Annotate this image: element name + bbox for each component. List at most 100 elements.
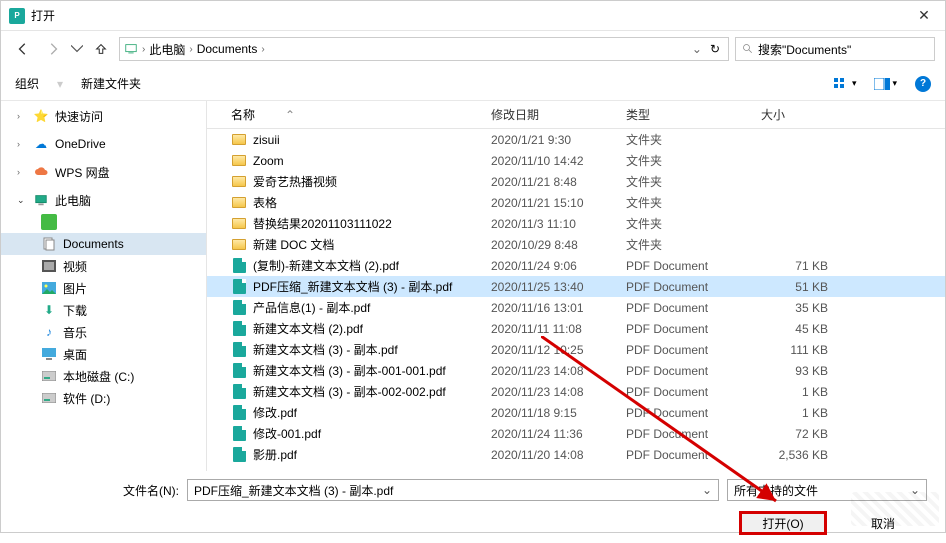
- new-folder-button[interactable]: 新建文件夹: [81, 75, 141, 92]
- breadcrumb-folder[interactable]: Documents: [197, 42, 258, 56]
- view-options[interactable]: ▾: [834, 78, 857, 90]
- cloud-icon: [33, 164, 49, 180]
- watermark: [851, 492, 939, 526]
- file-name: 爱奇艺热播视频: [253, 173, 491, 190]
- file-size: 2,536 KB: [761, 448, 836, 462]
- sidebar-disk-d[interactable]: 软件 (D:): [1, 387, 206, 409]
- file-type: PDF Document: [626, 406, 761, 420]
- file-row[interactable]: 产品信息(1) - 副本.pdf2020/11/16 13:01PDF Docu…: [207, 297, 945, 318]
- close-icon[interactable]: ✕: [911, 7, 937, 24]
- file-size: 1 KB: [761, 385, 836, 399]
- column-headers[interactable]: 名称⌃ 修改日期 类型 大小: [207, 101, 945, 129]
- forward-button[interactable]: [41, 37, 65, 61]
- file-name: (复制)-新建文本文档 (2).pdf: [253, 257, 491, 274]
- file-name: 修改.pdf: [253, 404, 491, 421]
- file-row[interactable]: 替换结果202011031110222020/11/3 11:10文件夹: [207, 213, 945, 234]
- pdf-icon: [231, 321, 247, 337]
- file-row[interactable]: (复制)-新建文本文档 (2).pdf2020/11/24 9:06PDF Do…: [207, 255, 945, 276]
- file-size: 111 KB: [761, 343, 836, 357]
- filename-input[interactable]: PDF压缩_新建文本文档 (3) - 副本.pdf⌄: [187, 479, 719, 501]
- file-name: PDF压缩_新建文本文档 (3) - 副本.pdf: [253, 278, 491, 295]
- sidebar-documents[interactable]: Documents: [1, 233, 206, 255]
- pdf-icon: [231, 405, 247, 421]
- file-row[interactable]: 影册.pdf2020/11/20 14:08PDF Document2,536 …: [207, 444, 945, 465]
- path-dropdown-icon[interactable]: ⌄: [692, 42, 702, 56]
- col-name[interactable]: 名称: [231, 106, 255, 123]
- sidebar-downloads[interactable]: ⬇下载: [1, 299, 206, 321]
- breadcrumb[interactable]: › 此电脑 › Documents › ⌄ ↻: [119, 37, 729, 61]
- file-row[interactable]: 新建文本文档 (3) - 副本.pdf2020/11/12 10:25PDF D…: [207, 339, 945, 360]
- file-name: 新建文本文档 (3) - 副本.pdf: [253, 341, 491, 358]
- sidebar-disk-c[interactable]: 本地磁盘 (C:): [1, 365, 206, 387]
- breadcrumb-pc[interactable]: 此电脑: [149, 41, 185, 58]
- documents-icon: [41, 236, 57, 252]
- file-name: 替换结果20201103111022: [253, 215, 491, 232]
- up-button[interactable]: [89, 37, 113, 61]
- file-row[interactable]: zisuii2020/1/21 9:30文件夹: [207, 129, 945, 150]
- pdf-icon: [231, 258, 247, 274]
- sidebar-onedrive[interactable]: ›☁OneDrive: [1, 133, 206, 155]
- chevron-right-icon: ›: [261, 44, 264, 55]
- music-icon: ♪: [41, 324, 57, 340]
- file-date: 2020/11/23 14:08: [491, 364, 626, 378]
- file-size: 72 KB: [761, 427, 836, 441]
- folder-icon: [231, 216, 247, 232]
- col-date[interactable]: 修改日期: [491, 106, 626, 123]
- col-size[interactable]: 大小: [761, 106, 841, 123]
- file-date: 2020/11/11 11:08: [491, 322, 626, 336]
- sidebar-3d[interactable]: 3D: [1, 211, 206, 233]
- file-date: 2020/11/23 14:08: [491, 385, 626, 399]
- pdf-icon: [231, 279, 247, 295]
- open-button[interactable]: 打开(O): [739, 511, 827, 535]
- file-row[interactable]: 修改-001.pdf2020/11/24 11:36PDF Document72…: [207, 423, 945, 444]
- file-row[interactable]: 新建文本文档 (3) - 副本-001-001.pdf2020/11/23 14…: [207, 360, 945, 381]
- refresh-icon[interactable]: ↻: [706, 42, 724, 56]
- file-row[interactable]: Zoom2020/11/10 14:42文件夹: [207, 150, 945, 171]
- file-size: 51 KB: [761, 280, 836, 294]
- file-type: PDF Document: [626, 385, 761, 399]
- sidebar-wps[interactable]: ›WPS 网盘: [1, 161, 206, 183]
- file-date: 2020/11/20 14:08: [491, 448, 626, 462]
- video-icon: [41, 258, 57, 274]
- col-type[interactable]: 类型: [626, 106, 761, 123]
- organize-button[interactable]: 组织: [15, 75, 39, 92]
- search-input[interactable]: 搜索"Documents": [735, 37, 935, 61]
- file-row[interactable]: 新建文本文档 (3) - 副本-002-002.pdf2020/11/23 14…: [207, 381, 945, 402]
- file-row[interactable]: 新建文本文档 (2).pdf2020/11/11 11:08PDF Docume…: [207, 318, 945, 339]
- folder-icon: [231, 153, 247, 169]
- back-button[interactable]: [11, 37, 35, 61]
- sidebar: ›⭐快速访问 ›☁OneDrive ›WPS 网盘 ⌄此电脑 3D Docume…: [1, 101, 206, 471]
- file-size: 1 KB: [761, 406, 836, 420]
- file-row[interactable]: 表格2020/11/21 15:10文件夹: [207, 192, 945, 213]
- chevron-right-icon: ›: [142, 44, 145, 55]
- file-size: 93 KB: [761, 364, 836, 378]
- sidebar-quick-access[interactable]: ›⭐快速访问: [1, 105, 206, 127]
- file-date: 2020/11/16 13:01: [491, 301, 626, 315]
- pdf-icon: [231, 300, 247, 316]
- file-type: 文件夹: [626, 215, 761, 232]
- sidebar-desktop[interactable]: 桌面: [1, 343, 206, 365]
- file-row[interactable]: 修改.pdf2020/11/18 9:15PDF Document1 KB: [207, 402, 945, 423]
- recent-dropdown[interactable]: [71, 37, 83, 61]
- help-icon[interactable]: ?: [915, 76, 931, 92]
- chevron-right-icon: ›: [189, 44, 192, 55]
- sidebar-this-pc[interactable]: ⌄此电脑: [1, 189, 206, 211]
- cloud-icon: ☁: [33, 136, 49, 152]
- sidebar-video[interactable]: 视频: [1, 255, 206, 277]
- file-row[interactable]: 爱奇艺热播视频2020/11/21 8:48文件夹: [207, 171, 945, 192]
- file-size: 45 KB: [761, 322, 836, 336]
- file-row[interactable]: PDF压缩_新建文本文档 (3) - 副本.pdf2020/11/25 13:4…: [207, 276, 945, 297]
- file-type: PDF Document: [626, 364, 761, 378]
- pdf-icon: [231, 447, 247, 463]
- file-name: Zoom: [253, 154, 491, 168]
- sidebar-music[interactable]: ♪音乐: [1, 321, 206, 343]
- file-type: PDF Document: [626, 343, 761, 357]
- sidebar-pictures[interactable]: 图片: [1, 277, 206, 299]
- file-name: 表格: [253, 194, 491, 211]
- file-row[interactable]: 新建 DOC 文档2020/10/29 8:48文件夹: [207, 234, 945, 255]
- pc-icon: [124, 42, 138, 56]
- star-icon: ⭐: [33, 108, 49, 124]
- dropdown-icon[interactable]: ⌄: [702, 483, 712, 497]
- preview-pane[interactable]: ▾: [874, 78, 897, 90]
- file-date: 2020/11/18 9:15: [491, 406, 626, 420]
